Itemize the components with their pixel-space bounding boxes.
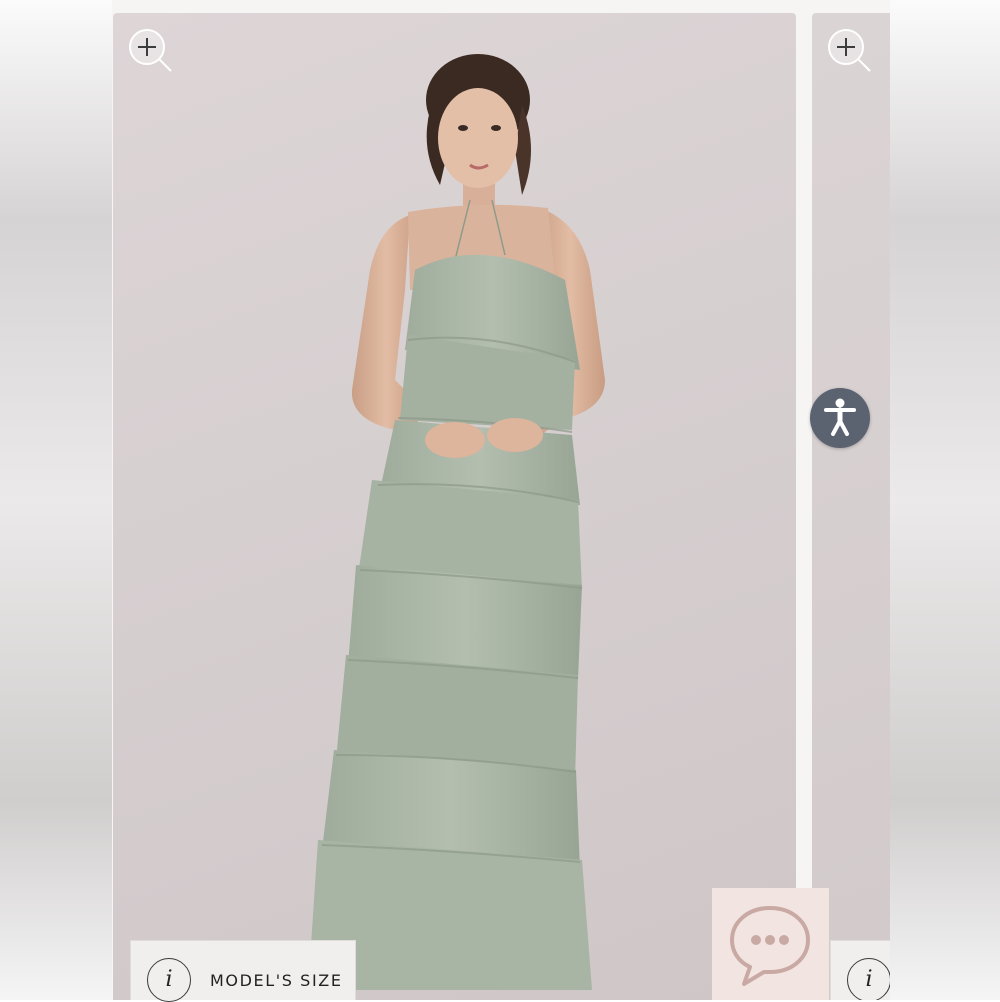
info-button-next[interactable]: i xyxy=(830,940,890,1000)
accessibility-icon xyxy=(824,398,856,436)
zoom-in-button[interactable] xyxy=(128,28,174,74)
info-icon: i xyxy=(847,958,890,1000)
info-icon: i xyxy=(147,958,191,1002)
page-background-left xyxy=(0,0,112,1000)
chat-button[interactable] xyxy=(712,888,829,1000)
chat-bubble-icon xyxy=(730,906,810,986)
page-background-right xyxy=(890,0,1000,1000)
model-size-label: MODEL'S SIZE xyxy=(210,971,343,990)
accessibility-button[interactable] xyxy=(810,388,870,448)
zoom-in-icon xyxy=(129,29,172,72)
zoom-in-button-next[interactable] xyxy=(827,28,873,74)
next-product-image-card[interactable] xyxy=(812,13,890,1000)
model-size-button[interactable]: i MODEL'S SIZE xyxy=(130,940,356,1002)
zoom-in-icon xyxy=(828,29,871,72)
product-photo xyxy=(308,54,605,990)
